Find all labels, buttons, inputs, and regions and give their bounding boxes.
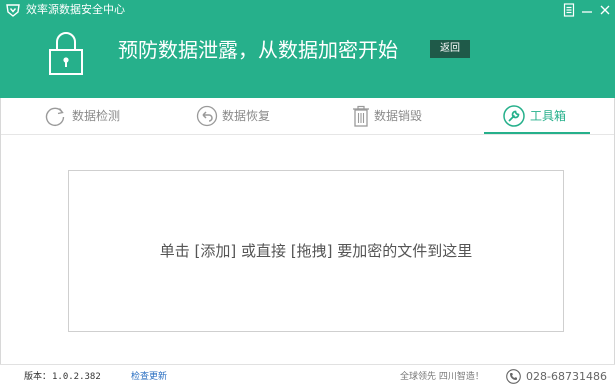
version-label: 版本： (24, 372, 52, 382)
check-update-link[interactable]: 检查更新 (131, 371, 167, 383)
window-border-left (0, 98, 1, 388)
lock-icon (49, 32, 83, 75)
app-header: 效率源数据安全中心 预防数据泄露，从数据加密开始 返回 (0, 0, 615, 98)
banner-slogan: 预防数据泄露，从数据加密开始 (118, 38, 398, 62)
tab-data-recovery[interactable]: 数据恢复 (196, 98, 296, 134)
version-number: 1.0.2.382 (52, 372, 101, 382)
menu-button[interactable] (560, 1, 578, 19)
drop-zone-hint: 单击 [添加] 或直接 [拖拽] 要加密的文件到这里 (159, 242, 473, 260)
tab-label: 工具箱 (530, 109, 567, 123)
phone-icon (506, 369, 521, 384)
file-drop-zone[interactable]: 单击 [添加] 或直接 [拖拽] 要加密的文件到这里 (68, 170, 564, 332)
support-phone: 028-68731486 (526, 370, 607, 383)
main-tabs: 数据检测 数据恢复 数据销毁 工具箱 (0, 98, 615, 134)
close-button[interactable] (596, 1, 614, 19)
shield-logo-icon (6, 4, 20, 17)
tab-label: 数据检测 (72, 109, 121, 123)
tab-data-detect[interactable]: 数据检测 (44, 98, 144, 134)
close-icon (600, 5, 610, 15)
tab-data-destroy[interactable]: 数据销毁 (350, 98, 450, 134)
refresh-circle-icon (45, 107, 65, 126)
company-slogan: 全球领先 四川智造！ (400, 372, 484, 382)
app-title: 效率源数据安全中心 (26, 3, 125, 16)
wrench-icon (503, 105, 525, 127)
tabs-divider (0, 134, 615, 135)
menu-icon (563, 3, 575, 17)
minimize-icon (582, 11, 592, 13)
title-bar[interactable]: 效率源数据安全中心 (0, 0, 615, 20)
status-bar: 版本： 1.0.2.382 检查更新 全球领先 四川智造！ 028-687314… (0, 364, 615, 388)
tab-label: 数据恢复 (222, 109, 271, 123)
back-button[interactable]: 返回 (430, 40, 470, 58)
minimize-button[interactable] (578, 1, 596, 19)
trash-icon (353, 105, 369, 127)
tab-label: 数据销毁 (374, 109, 423, 123)
undo-circle-icon (196, 105, 218, 127)
tab-toolbox[interactable]: 工具箱 (503, 98, 593, 134)
